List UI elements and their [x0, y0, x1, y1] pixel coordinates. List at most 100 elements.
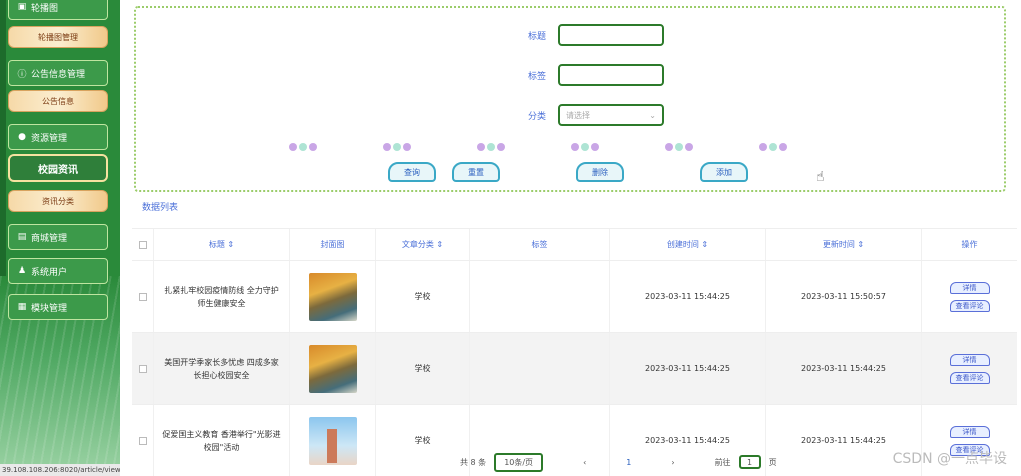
info-circle-icon: ⓘ	[17, 69, 27, 80]
category-select[interactable]: 请选择 ⌄	[558, 104, 664, 126]
detail-button[interactable]: 详情	[949, 353, 990, 366]
select-all-checkbox[interactable]	[138, 240, 147, 249]
header-updated[interactable]: 更新时间 ⇕	[766, 229, 922, 260]
flower-decoration	[286, 140, 846, 156]
detail-button[interactable]: 详情	[949, 425, 990, 438]
sidebar-item-label: 系统用户	[31, 267, 68, 278]
row-created: 2023-03-11 15:44:25	[610, 333, 766, 404]
row-category: 学校	[376, 261, 470, 332]
tag-input[interactable]	[558, 64, 664, 86]
header-label: 标签	[531, 240, 548, 249]
sidebar-subitem-label: 轮播图管理	[38, 32, 78, 42]
add-button[interactable]: 添加	[700, 162, 748, 182]
pagination: 共 8 条 10条/页 ‹ 1 › 前往 1 页	[460, 452, 777, 472]
flower-icon	[756, 140, 790, 154]
sidebar-subitem-label: 校园资讯	[38, 164, 78, 176]
row-select-cell	[132, 333, 154, 404]
sidebar-item-notice-management[interactable]: ⓘ 公告信息管理	[8, 60, 108, 86]
header-category[interactable]: 文章分类 ⇕	[376, 229, 470, 260]
sidebar-item-shop-management[interactable]: ▤ 商城管理	[8, 224, 108, 250]
sidebar-subitem-campus-news[interactable]: 校园资讯	[8, 154, 108, 182]
row-title: 美国开学季家长多忧虑 四成多家长担心校园安全	[154, 333, 290, 404]
category-placeholder: 请选择	[566, 110, 590, 120]
header-label: 创建时间	[666, 240, 699, 249]
header-label: 操作	[961, 240, 978, 249]
chevron-down-icon: ⌄	[649, 110, 656, 120]
shop-icon: ▤	[17, 232, 27, 242]
category-row: 分类 请选择 ⌄	[506, 104, 664, 126]
view-comments-button[interactable]: 查看评论	[949, 371, 990, 384]
header-tag: 标签	[470, 229, 610, 260]
sidebar-item-carousel[interactable]: ▣ 轮播图	[8, 0, 108, 20]
page-size-select[interactable]: 10条/页	[494, 452, 544, 472]
row-select-cell	[132, 261, 154, 332]
flower-icon	[474, 140, 508, 154]
title-row: 标题	[506, 24, 664, 46]
row-cover-cell	[290, 405, 376, 476]
table-row: 美国开学季家长多忧虑 四成多家长担心校园安全 学校 2023-03-11 15:…	[132, 333, 1017, 405]
header-title[interactable]: 标题 ⇕	[154, 229, 290, 260]
reset-button[interactable]: 重置	[452, 162, 500, 182]
sidebar-item-resource-management[interactable]: ● 资源管理	[8, 124, 108, 150]
mouse-cursor-icon: ☝	[816, 169, 825, 185]
sidebar: ▣ 轮播图 轮播图管理 ⓘ 公告信息管理 公告信息 ● 资源管理 校园资讯 资讯…	[0, 0, 120, 476]
flower-icon	[662, 140, 696, 154]
header-label: 标题	[208, 240, 225, 249]
sort-icon: ⇕	[436, 240, 444, 249]
row-checkbox[interactable]	[138, 364, 147, 373]
table-row: 扎紧扎牢校园疫情防线 全力守护师生健康安全 学校 2023-03-11 15:4…	[132, 261, 1017, 333]
data-table: 标题 ⇕ 封面图 文章分类 ⇕ 标签 创建时间 ⇕ 更新时间 ⇕ 操作 扎紧扎牢…	[132, 228, 1017, 476]
row-updated: 2023-03-11 15:50:57	[766, 261, 922, 332]
sidebar-item-label: 轮播图	[31, 3, 59, 14]
flower-icon	[286, 140, 320, 154]
flower-icon	[568, 140, 602, 154]
title-label: 标题	[527, 31, 546, 42]
grid-icon: ▦	[17, 302, 27, 312]
view-comments-button[interactable]: 查看评论	[949, 299, 990, 312]
watermark: CSDN @一点毕设	[892, 451, 1007, 467]
row-tag	[470, 261, 610, 332]
sidebar-subitem-news-category[interactable]: 资讯分类	[8, 190, 108, 212]
row-title: 促爱国主义教育 香港举行"光影进校园"活动	[154, 405, 290, 476]
prev-page-button[interactable]: ‹	[583, 458, 586, 467]
header-actions: 操作	[922, 229, 1017, 260]
header-label: 封面图	[320, 240, 345, 249]
row-cover-cell	[290, 261, 376, 332]
list-title: 数据列表	[142, 203, 179, 213]
sidebar-item-label: 模块管理	[31, 303, 68, 314]
page-number[interactable]: 1	[626, 458, 631, 467]
search-panel: 标题 标签 分类 请选择 ⌄ 查询 重置 删除 添加	[134, 6, 1006, 192]
row-cover-cell	[290, 333, 376, 404]
row-checkbox[interactable]	[138, 436, 147, 445]
title-input[interactable]	[558, 24, 664, 46]
sidebar-item-module-management[interactable]: ▦ 模块管理	[8, 294, 108, 320]
sidebar-item-label: 公告信息管理	[31, 69, 86, 80]
sidebar-subitem-notice[interactable]: 公告信息	[8, 90, 108, 112]
sort-icon: ⇕	[701, 240, 709, 249]
row-checkbox[interactable]	[138, 292, 147, 301]
sort-icon: ⇕	[857, 240, 865, 249]
select-all-cell	[132, 229, 154, 260]
sidebar-subitem-carousel-management[interactable]: 轮播图管理	[8, 26, 108, 48]
sidebar-subitem-label: 资讯分类	[42, 196, 74, 206]
main-content: 标题 标签 分类 请选择 ⌄ 查询 重置 删除 添加 数据列表 标题 ⇕ 封面图…	[120, 0, 1021, 476]
goto-label: 前往	[714, 457, 731, 467]
delete-button[interactable]: 删除	[576, 162, 624, 182]
header-label: 文章分类	[401, 240, 434, 249]
detail-button[interactable]: 详情	[949, 281, 990, 294]
header-created[interactable]: 创建时间 ⇕	[610, 229, 766, 260]
row-tag	[470, 333, 610, 404]
sidebar-item-system-users[interactable]: ♟ 系统用户	[8, 258, 108, 284]
user-icon: ♟	[17, 266, 27, 276]
image-icon: ▣	[17, 2, 27, 12]
row-category: 学校	[376, 333, 470, 404]
next-page-button[interactable]: ›	[671, 458, 674, 467]
tag-label: 标签	[527, 71, 546, 82]
row-updated: 2023-03-11 15:44:25	[766, 333, 922, 404]
goto-page-input[interactable]: 1	[738, 455, 761, 469]
sort-icon: ⇕	[227, 240, 235, 249]
flower-icon	[380, 140, 414, 154]
total-count: 共 8 条	[460, 457, 487, 467]
row-actions: 详情 查看评论	[922, 333, 1017, 404]
query-button[interactable]: 查询	[388, 162, 436, 182]
